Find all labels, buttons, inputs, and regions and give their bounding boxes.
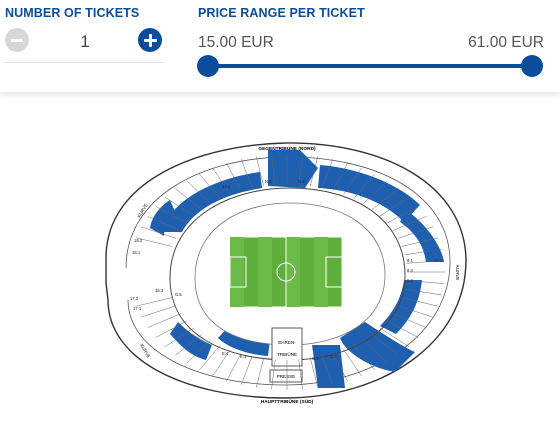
block-label[interactable]: 18.1 bbox=[132, 250, 141, 255]
south-stand-label: HAUPTTRIBÜNE (SÜD) bbox=[261, 398, 314, 405]
press-label: PRESSE bbox=[277, 374, 296, 379]
price-min-value: 15.00 EUR bbox=[198, 34, 274, 51]
stadium-map-svg: EHREN- TRIBÜNE PRESSE GEGENTRIBÜNE (NORD… bbox=[105, 142, 467, 405]
tickets-label: NUMBER OF TICKETS bbox=[5, 6, 140, 20]
block-label[interactable]: 17.2 bbox=[130, 296, 139, 301]
price-max-value: 61.00 EUR bbox=[468, 34, 544, 51]
increase-tickets-button[interactable] bbox=[138, 28, 162, 52]
block-label[interactable]: C.1 bbox=[312, 356, 319, 361]
north-stand-label: GEGENTRIBÜNE (NORD) bbox=[258, 145, 316, 152]
price-slider-min-handle[interactable] bbox=[197, 55, 219, 77]
block-label[interactable]: 16.3 bbox=[155, 288, 164, 293]
stepper-underline bbox=[4, 62, 164, 63]
price-range-label: PRICE RANGE PER TICKET bbox=[198, 6, 365, 20]
block-label[interactable]: 9.1 bbox=[407, 258, 413, 263]
block-label[interactable]: G.5 bbox=[175, 292, 182, 297]
honor-box-label-1: EHREN- bbox=[278, 340, 296, 345]
football-pitch bbox=[229, 236, 343, 308]
price-slider-track[interactable] bbox=[208, 64, 532, 68]
ticket-filter-bar: NUMBER OF TICKETS 1 PRICE RANGE PER TICK… bbox=[0, 0, 560, 92]
block-label[interactable]: 17.1 bbox=[133, 306, 142, 311]
honor-box-label-2: TRIBÜNE bbox=[277, 351, 297, 357]
stadium-seat-map[interactable]: EHREN- TRIBÜNE PRESSE GEGENTRIBÜNE (NORD… bbox=[0, 92, 560, 420]
price-slider-max-handle[interactable] bbox=[521, 55, 543, 77]
block-label[interactable]: 18.2 bbox=[134, 238, 143, 243]
ticket-quantity[interactable]: 1 bbox=[70, 32, 100, 52]
east-curve-label: KURVE bbox=[455, 265, 460, 280]
decrease-tickets-button[interactable] bbox=[5, 28, 29, 52]
block-label[interactable]: E.3 bbox=[240, 354, 247, 359]
block-label[interactable]: N.2 bbox=[265, 179, 272, 184]
